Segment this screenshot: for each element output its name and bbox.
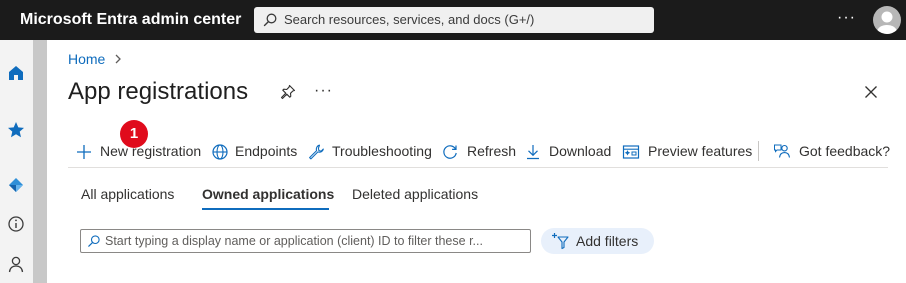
close-icon[interactable] (864, 85, 878, 99)
preview-features-icon (622, 145, 640, 159)
pin-icon[interactable] (280, 84, 296, 100)
add-filters-button[interactable]: Add filters (541, 228, 654, 254)
user-silhouette-icon (877, 11, 897, 34)
endpoints-label: Endpoints (235, 143, 298, 159)
active-tab-indicator (202, 208, 329, 210)
add-filters-label: Add filters (576, 233, 639, 249)
search-icon (88, 235, 100, 247)
rail-scrollbar[interactable] (33, 40, 47, 283)
toolbar-divider (758, 141, 759, 161)
download-icon (527, 145, 539, 160)
main-content: Home App registrations ··· New registrat… (47, 40, 906, 283)
portal-brand[interactable]: Microsoft Entra admin center (20, 11, 241, 29)
add-filter-icon (552, 233, 569, 250)
refresh-icon (443, 145, 457, 159)
page-more-button[interactable]: ··· (314, 82, 333, 100)
troubleshooting-label: Troubleshooting (332, 143, 432, 159)
new-registration-label: New registration (100, 143, 202, 159)
entra-diamond-icon[interactable] (6, 175, 26, 195)
feedback-label: Got feedback? (799, 143, 891, 159)
home-icon[interactable] (6, 63, 26, 83)
wrench-icon (309, 144, 324, 160)
refresh-label: Refresh (467, 143, 517, 159)
filter-input[interactable] (105, 232, 525, 250)
globe-icon (212, 144, 228, 160)
step-number-badge: 1 (120, 120, 148, 148)
download-label: Download (549, 143, 612, 159)
settings-more-button[interactable]: ··· (837, 9, 856, 27)
top-bar: Microsoft Entra admin center Search reso… (0, 0, 906, 40)
info-icon[interactable] (6, 214, 26, 234)
global-search-placeholder: Search resources, services, and docs (G+… (284, 12, 535, 27)
tab-all-applications[interactable]: All applications (81, 186, 174, 202)
breadcrumb-home[interactable]: Home (68, 51, 105, 67)
avatar[interactable] (873, 6, 901, 34)
search-icon (263, 13, 277, 27)
person-icon[interactable] (6, 254, 26, 274)
filter-search-box[interactable] (80, 229, 531, 253)
tab-owned-applications[interactable]: Owned applications (202, 186, 334, 202)
left-rail (0, 40, 33, 283)
page-title: App registrations (68, 78, 249, 105)
star-icon[interactable] (6, 120, 26, 140)
global-search-box[interactable]: Search resources, services, and docs (G+… (254, 7, 654, 33)
feedback-icon (774, 144, 791, 158)
plus-icon (77, 145, 91, 159)
preview-features-label: Preview features (648, 143, 753, 159)
tab-deleted-applications[interactable]: Deleted applications (352, 186, 478, 202)
command-bar: New registration Endpoints Troubleshooti… (68, 136, 891, 168)
chevron-right-icon (115, 54, 121, 64)
